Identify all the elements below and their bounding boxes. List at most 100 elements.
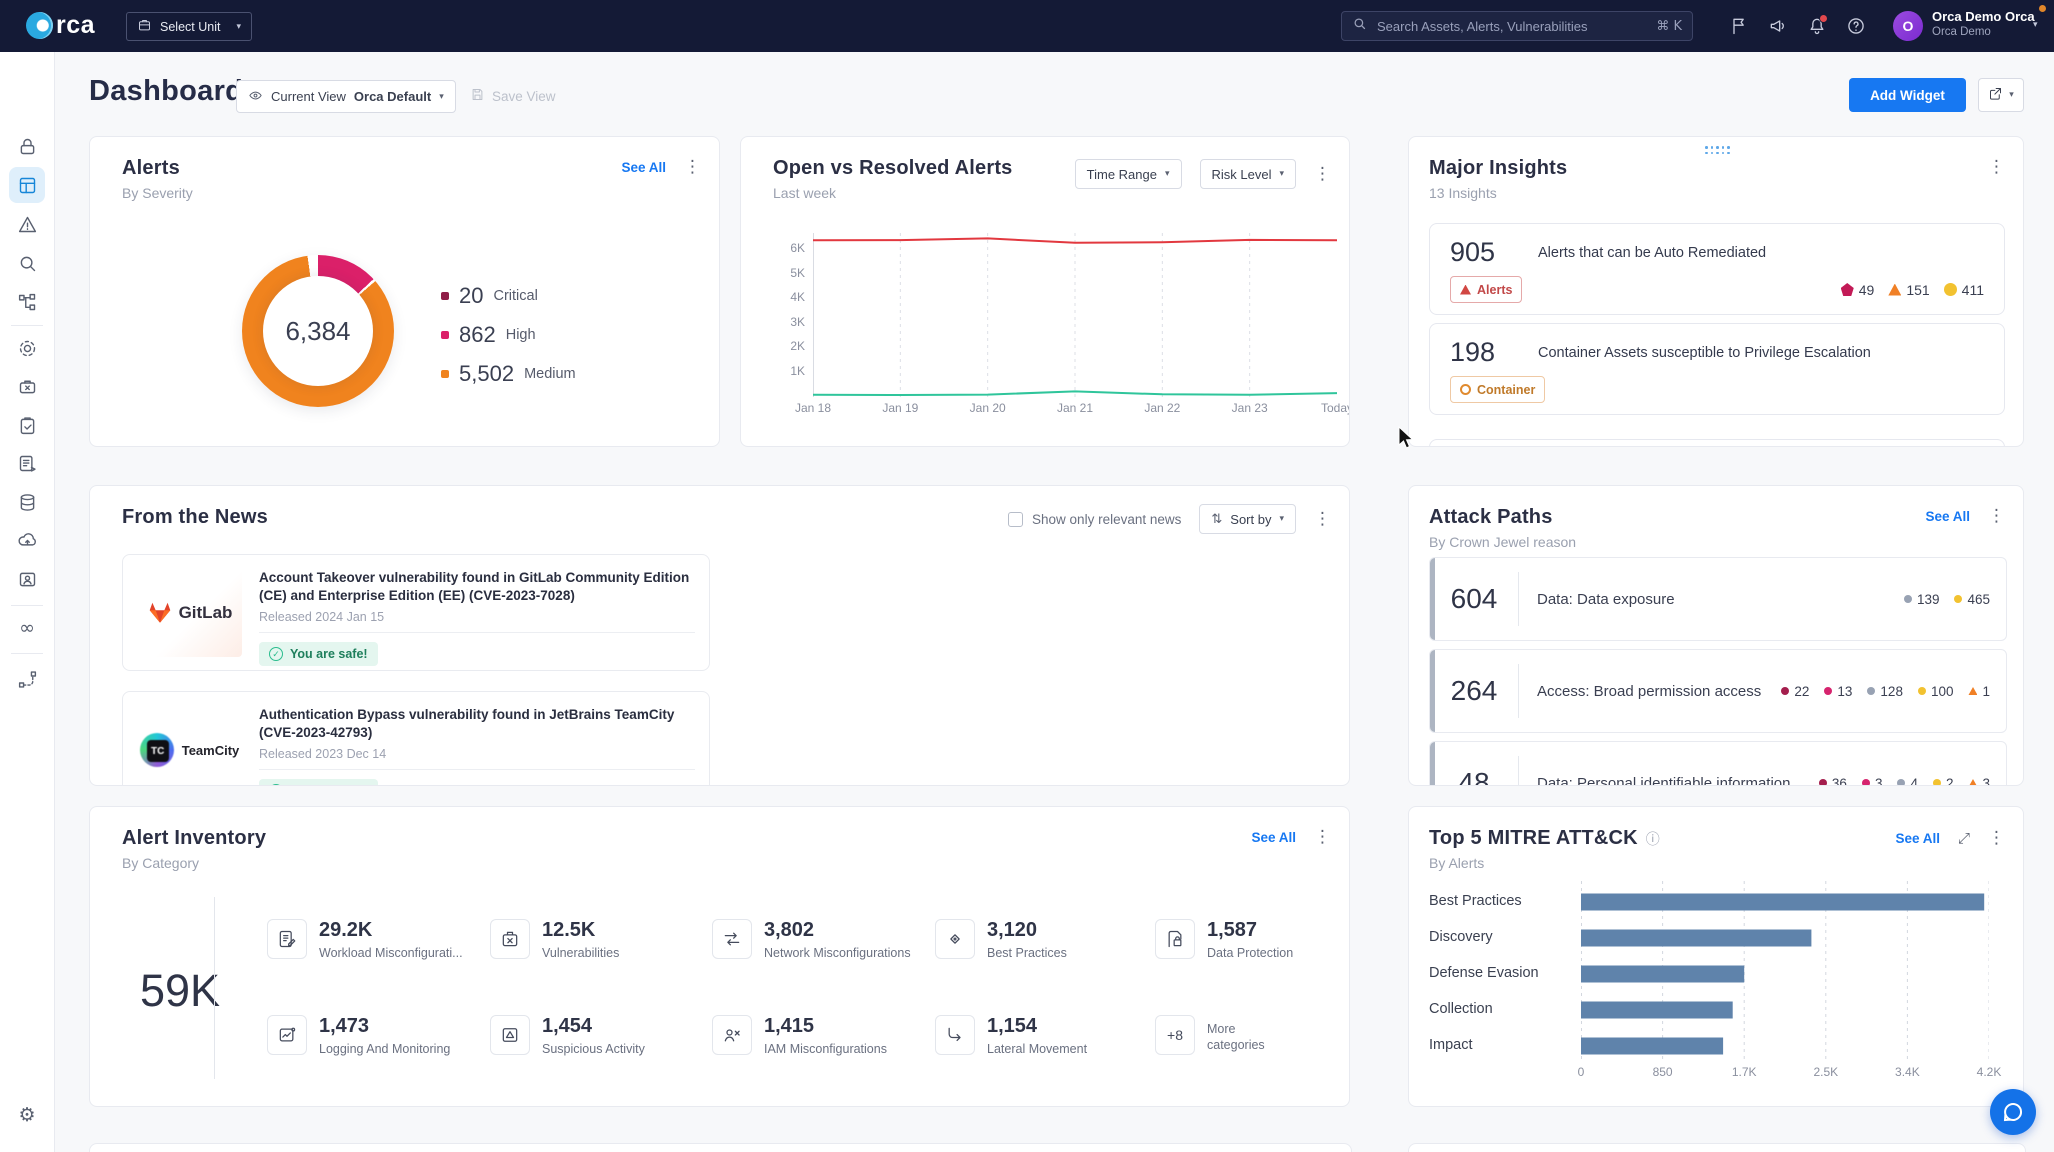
insight-tag-label: Container <box>1477 383 1535 397</box>
sidebar-item-compliance-lock[interactable] <box>9 128 45 164</box>
sidebar-item-cicd[interactable]: ∞ <box>9 610 45 646</box>
sidebar-item-attack-paths[interactable] <box>9 661 45 697</box>
inventory-category-vulnerabilities[interactable]: 12.5KVulnerabilities <box>490 919 702 961</box>
insight-card[interactable]: 905Alerts that can be Auto RemediatedAle… <box>1429 223 2005 315</box>
inventory-category-iam[interactable]: 1,415IAM Misconfigurations <box>712 1015 924 1057</box>
help-icon[interactable] <box>1846 16 1866 36</box>
kebab-menu-icon[interactable]: ⋮ <box>1988 830 2005 847</box>
news-item-title: Authentication Bypass vulnerability foun… <box>259 706 695 742</box>
sidebar-item-cloud-assets[interactable] <box>9 522 45 558</box>
kebab-menu-icon[interactable]: ⋮ <box>1314 166 1331 183</box>
relevant-news-filter[interactable]: Show only relevant news <box>1008 512 1181 527</box>
alerts-subtitle: By Severity <box>122 185 193 201</box>
attack-path-row[interactable]: 264Access: Broad permission access221312… <box>1429 649 2007 733</box>
alerts-widget: Alerts By Severity See All ⋮ 6,384 20Cri… <box>89 136 720 447</box>
severity-badge: 49 <box>1841 282 1875 298</box>
mitre-see-all-link[interactable]: See All <box>1895 831 1940 846</box>
current-view-dropdown[interactable]: Current View Orca Default ▾ <box>236 80 456 113</box>
notifications-bell-icon[interactable] <box>1807 16 1827 36</box>
sidebar-item-vulnerabilities[interactable] <box>9 368 45 404</box>
sidebar-item-identities[interactable] <box>9 561 45 597</box>
news-thumbnail: GitLab <box>137 569 242 657</box>
inventory-category-more[interactable]: +8More categories <box>1155 1015 1350 1055</box>
time-range-dropdown[interactable]: Time Range ▾ <box>1075 159 1182 189</box>
inventory-see-all-link[interactable]: See All <box>1251 830 1296 845</box>
support-chat-button[interactable] <box>1990 1089 2036 1135</box>
save-view-button[interactable]: Save View <box>470 87 556 105</box>
you-are-safe-badge: ✓You are safe! <box>259 779 378 786</box>
severity-chips: 22131281001 <box>1781 684 1990 699</box>
sort-by-dropdown[interactable]: ⇅ Sort by ▾ <box>1199 504 1296 534</box>
inventory-label: Best Practices <box>987 945 1067 961</box>
inventory-category-best-practices[interactable]: 3,120Best Practices <box>935 919 1147 961</box>
inventory-category-logging[interactable]: 1,473Logging And Monitoring <box>267 1015 479 1057</box>
inventory-category-workload[interactable]: 29.2KWorkload Misconfigurati... <box>267 919 479 961</box>
sidebar-item-dashboard[interactable] <box>9 167 45 203</box>
sidebar-item-search[interactable] <box>9 245 45 281</box>
attack-paths-see-all-link[interactable]: See All <box>1925 509 1970 524</box>
kebab-menu-icon[interactable]: ⋮ <box>1314 829 1331 846</box>
sidebar-item-asset-graph[interactable] <box>9 284 45 320</box>
expand-icon[interactable]: ⤢ <box>1958 829 1970 847</box>
chevron-down-icon: ▾ <box>1165 169 1170 179</box>
severity-chip: 2 <box>1933 776 1954 787</box>
insight-card[interactable]: 198Container Assets susceptible to Privi… <box>1429 323 2005 415</box>
orca-logo[interactable]: rca <box>26 11 95 40</box>
best-practices-icon <box>935 919 975 959</box>
teamcity-logo-text: TeamCity <box>182 743 240 758</box>
relevant-news-checkbox[interactable] <box>1008 512 1023 527</box>
kebab-menu-icon[interactable]: ⋮ <box>684 159 701 176</box>
export-dropdown-button[interactable]: ▾ <box>1978 78 2024 112</box>
announcements-icon[interactable] <box>1768 16 1788 36</box>
add-widget-button[interactable]: Add Widget <box>1849 78 1966 112</box>
news-item[interactable]: TC TeamCity Authentication Bypass vulnerab… <box>122 691 710 786</box>
user-name: Orca Demo Orca <box>1932 9 2035 24</box>
attack-path-count: 48 <box>1430 767 1518 786</box>
sidebar-item-settings[interactable]: ⚙ <box>9 1097 45 1133</box>
user-menu-caret[interactable]: ▾ <box>2033 20 2038 30</box>
x-axis-label: Jan 23 <box>1215 401 1285 415</box>
attack-path-row[interactable]: 48Data: Personal identifiable informatio… <box>1429 741 2007 786</box>
open-vs-resolved-widget: Open vs Resolved Alerts Last week Time R… <box>740 136 1350 447</box>
alerts-see-all-link[interactable]: See All <box>621 160 666 175</box>
insight-card[interactable] <box>1429 439 2005 447</box>
search-input[interactable] <box>1375 18 1648 35</box>
inventory-category-network[interactable]: 3,802Network Misconfigurations <box>712 919 924 961</box>
sidebar-item-radar[interactable] <box>9 330 45 366</box>
mitre-attck-widget: Top 5 MITRE ATT&CK ⓘ By Alerts See All ⤢… <box>1408 806 2024 1107</box>
insight-tag-alerts[interactable]: Alerts <box>1450 276 1522 303</box>
inventory-category-suspicious[interactable]: 1,454Suspicious Activity <box>490 1015 702 1057</box>
alerts-title: Alerts <box>122 157 193 180</box>
select-unit-dropdown[interactable]: Select Unit ▾ <box>126 12 252 41</box>
y-axis-label: 4K <box>769 290 805 304</box>
flag-icon[interactable] <box>1729 16 1749 36</box>
sidebar-item-policies[interactable] <box>9 445 45 481</box>
sidebar-item-compliance[interactable] <box>9 407 45 443</box>
severity-chips: 139465 <box>1904 592 1990 607</box>
info-icon[interactable]: ⓘ <box>1646 829 1660 849</box>
sidebar-item-data-security[interactable] <box>9 484 45 520</box>
risk-level-dropdown[interactable]: Risk Level ▾ <box>1200 159 1297 189</box>
severity-badge-value: 151 <box>1906 282 1929 298</box>
alerts-legend: 20Critical862High5,502Medium <box>441 283 576 387</box>
kebab-menu-icon[interactable]: ⋮ <box>1988 159 2005 176</box>
attack-path-row[interactable]: 604Data: Data exposure139465 <box>1429 557 2007 641</box>
kebab-menu-icon[interactable]: ⋮ <box>1314 511 1331 528</box>
inventory-category-data-protection[interactable]: 1,587Data Protection <box>1155 919 1350 961</box>
sort-by-label: Sort by <box>1230 512 1271 527</box>
sidebar-item-vulnerabilities-icon <box>17 376 38 397</box>
inventory-category-lateral[interactable]: 1,154Lateral Movement <box>935 1015 1147 1057</box>
widget-drag-handle[interactable] <box>1705 146 1731 154</box>
sidebar-item-alerts[interactable] <box>9 206 45 242</box>
global-search[interactable]: ⌘ K <box>1341 11 1693 41</box>
orca-dashboard-app: rca Select Unit ▾ ⌘ K O Orca Demo Orca O… <box>0 0 2054 1152</box>
severity-chip: 4 <box>1897 776 1918 787</box>
next-widget-peek <box>1408 1143 2026 1152</box>
kebab-menu-icon[interactable]: ⋮ <box>1988 508 2005 525</box>
x-axis-label: Jan 22 <box>1127 401 1197 415</box>
news-item[interactable]: GitLabAccount Takeover vulnerability fou… <box>122 554 710 671</box>
severity-chip: 128 <box>1867 684 1903 699</box>
teamcity-badge: TC <box>147 740 169 762</box>
insight-tag-container[interactable]: Container <box>1450 376 1545 403</box>
user-avatar[interactable]: O <box>1893 11 1923 41</box>
